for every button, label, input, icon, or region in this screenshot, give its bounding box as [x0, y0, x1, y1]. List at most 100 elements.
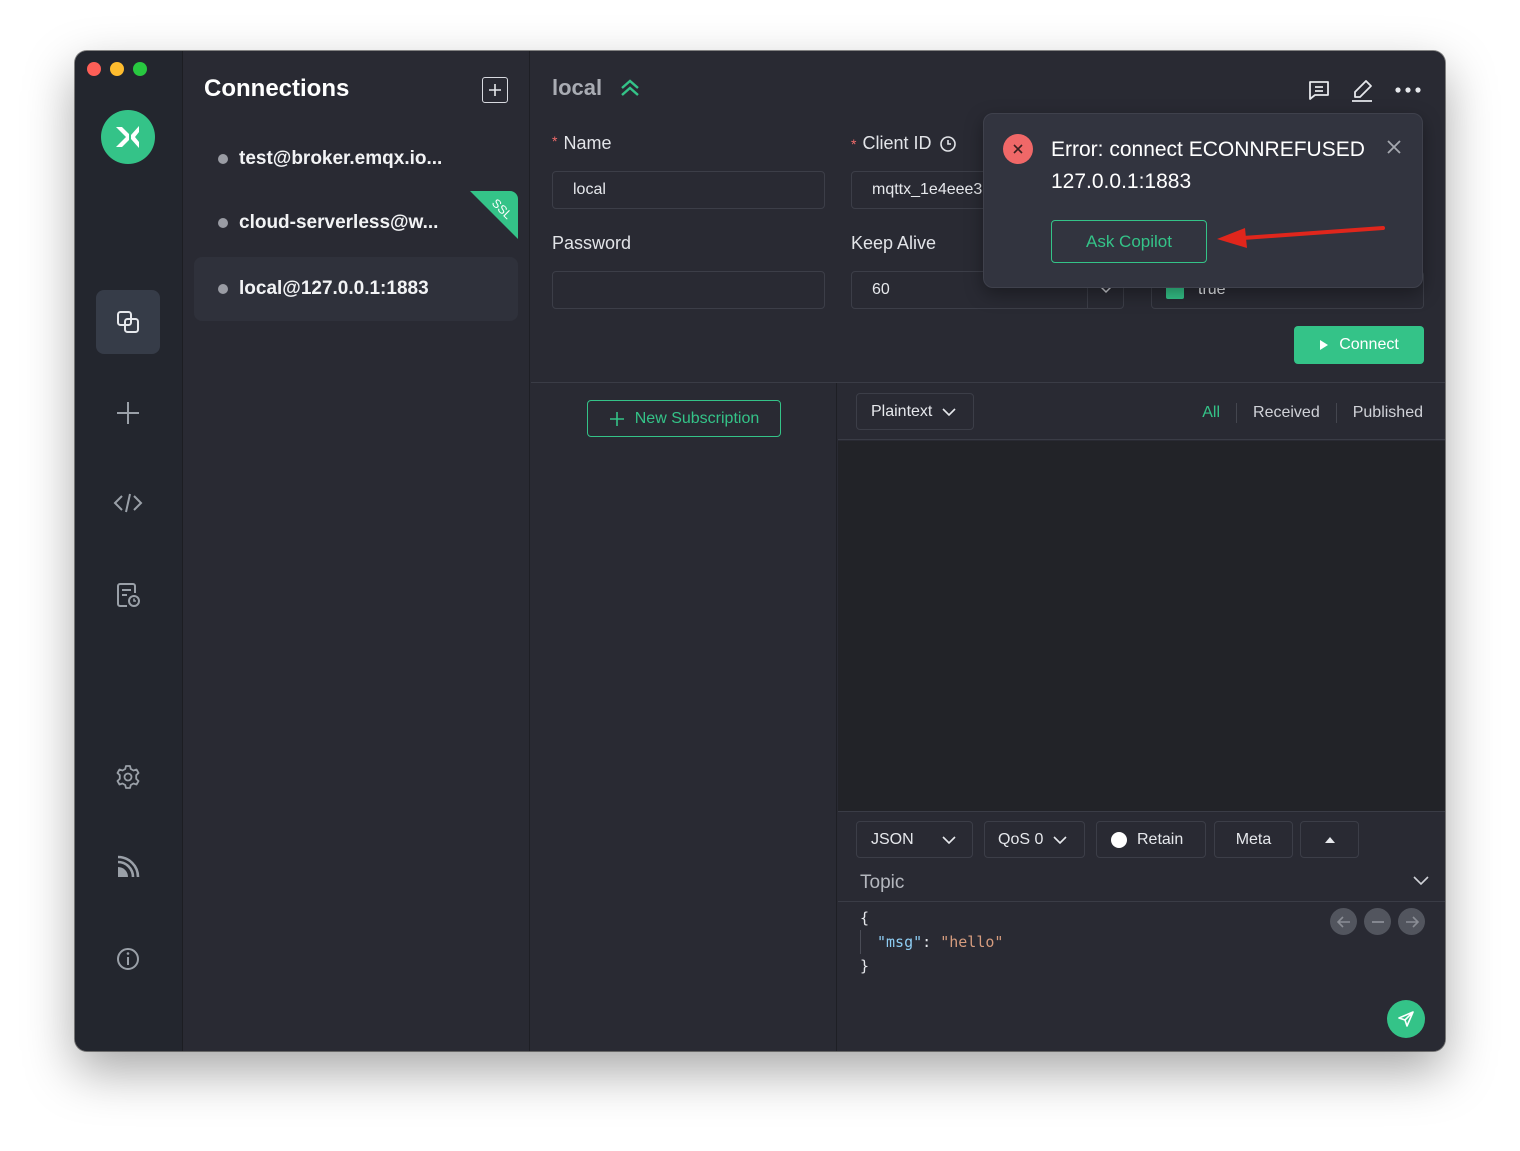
- nav-script[interactable]: [96, 471, 160, 535]
- log-icon: [117, 583, 140, 607]
- feed-icon: [117, 855, 140, 878]
- connections-panel: Connections test@broker.emqx.io... cloud…: [183, 51, 530, 1051]
- more-icon: [1395, 87, 1421, 93]
- connection-item[interactable]: cloud-serverless@w... SSL: [194, 191, 518, 255]
- status-dot: [218, 218, 228, 228]
- chevron-down-icon: [942, 835, 956, 844]
- name-label-text: Name: [563, 133, 612, 153]
- required-mark: *: [851, 135, 857, 152]
- status-dot: [218, 154, 228, 164]
- messages-pane: Plaintext All Received Published JSON Qo…: [838, 383, 1445, 1051]
- filter-tab-published[interactable]: Published: [1337, 404, 1423, 422]
- error-notification: Error: connect ECONNREFUSED 127.0.0.1:18…: [983, 113, 1423, 288]
- error-message: Error: connect ECONNREFUSED 127.0.0.1:18…: [1051, 138, 1365, 193]
- messages-toolbar: Plaintext All Received Published: [838, 383, 1445, 440]
- nav-subscribe-feed[interactable]: [96, 835, 160, 899]
- close-notification-button[interactable]: [1386, 139, 1402, 160]
- more-button[interactable]: [1395, 77, 1421, 103]
- arrow-left-icon: [1336, 915, 1350, 928]
- topic-placeholder: Topic: [860, 872, 905, 893]
- mqttx-logo-icon: [116, 126, 139, 148]
- history-prev-button[interactable]: [1330, 908, 1357, 935]
- plus-icon: [489, 84, 501, 96]
- clock-icon[interactable]: [939, 135, 957, 153]
- play-icon: [1320, 340, 1329, 350]
- receive-format-select[interactable]: Plaintext: [856, 393, 974, 430]
- name-value: local: [573, 181, 606, 198]
- ssl-label: SSL: [489, 196, 515, 222]
- format-value: Plaintext: [871, 402, 933, 420]
- retain-toggle[interactable]: Retain: [1096, 821, 1206, 858]
- message-filter-tabs: All Received Published: [1186, 403, 1423, 423]
- nav-log[interactable]: [96, 563, 160, 627]
- nav-settings[interactable]: [96, 745, 160, 809]
- connection-item-active[interactable]: local@127.0.0.1:1883: [194, 257, 518, 321]
- topic-input[interactable]: Topic: [838, 864, 1445, 902]
- maximize-window-button[interactable]: [133, 62, 147, 76]
- nav-rail: [75, 51, 183, 1051]
- edit-button[interactable]: [1349, 77, 1375, 103]
- ask-copilot-button[interactable]: Ask Copilot: [1051, 220, 1207, 263]
- meta-button[interactable]: Meta: [1214, 821, 1293, 858]
- connection-item[interactable]: test@broker.emqx.io...: [194, 127, 518, 191]
- edit-icon: [1352, 80, 1372, 102]
- minimize-window-button[interactable]: [110, 62, 124, 76]
- message-list: [838, 441, 1445, 811]
- send-icon: [1398, 1011, 1414, 1027]
- chevron-down-icon[interactable]: [1413, 876, 1429, 886]
- close-window-button[interactable]: [87, 62, 101, 76]
- required-mark: *: [552, 133, 558, 149]
- info-icon: [117, 948, 139, 970]
- plus-icon: [609, 411, 624, 426]
- close-icon: [1387, 140, 1401, 154]
- plus-icon: [117, 402, 139, 424]
- client-id-label-text: Client ID: [862, 133, 932, 153]
- name-label: * Name: [552, 133, 611, 154]
- minus-icon: [1371, 920, 1384, 923]
- add-connection-button[interactable]: [482, 77, 508, 103]
- comment-button[interactable]: [1306, 77, 1332, 103]
- connections-title: Connections: [204, 75, 350, 102]
- qos-select[interactable]: QoS 0: [984, 821, 1085, 858]
- retain-label: Retain: [1137, 830, 1184, 848]
- expand-publish-button[interactable]: [1300, 821, 1359, 858]
- json-value: "hello": [940, 933, 1004, 951]
- json-colon: :: [922, 933, 941, 951]
- filter-tab-all[interactable]: All: [1186, 404, 1236, 422]
- payload-format-select[interactable]: JSON: [856, 821, 973, 858]
- password-input[interactable]: [552, 271, 825, 309]
- connection-name: cloud-serverless@w...: [239, 212, 439, 233]
- password-label: Password: [552, 233, 632, 253]
- nav-new-connection[interactable]: [96, 381, 160, 445]
- new-subscription-button[interactable]: New Subscription: [587, 400, 781, 437]
- code-line: {: [860, 909, 870, 927]
- keep-alive-value: 60: [872, 281, 890, 298]
- history-next-button[interactable]: [1398, 908, 1425, 935]
- history-clear-button[interactable]: [1364, 908, 1391, 935]
- collapse-button[interactable]: [619, 78, 641, 103]
- name-input[interactable]: local: [552, 171, 825, 209]
- payload-editor[interactable]: { "msg": "hello" }: [860, 906, 1003, 978]
- annotation-arrow-icon: [1217, 226, 1385, 248]
- window-controls: [87, 62, 147, 76]
- send-button[interactable]: [1387, 1000, 1425, 1038]
- arrow-right-icon: [1405, 915, 1419, 928]
- connection-name: local@127.0.0.1:1883: [239, 278, 429, 299]
- filter-tab-received[interactable]: Received: [1237, 404, 1336, 422]
- nav-connections[interactable]: [96, 290, 160, 354]
- double-chevron-up-icon: [621, 79, 639, 96]
- qos-value: QoS 0: [998, 830, 1044, 848]
- json-key: "msg": [877, 933, 923, 951]
- nav-about[interactable]: [96, 927, 160, 991]
- connect-label: Connect: [1339, 336, 1399, 353]
- publish-panel: JSON QoS 0 Retain Meta Topic {"msg": "h…: [838, 811, 1445, 1051]
- connect-button[interactable]: Connect: [1294, 326, 1424, 364]
- chevron-down-icon: [1053, 835, 1067, 844]
- payload-format-value: JSON: [871, 830, 914, 848]
- client-id-label: * Client ID: [851, 133, 957, 154]
- chevron-down-icon: [942, 407, 956, 416]
- connections-icon: [117, 311, 139, 333]
- keep-alive-label: Keep Alive: [851, 233, 937, 253]
- retain-radio[interactable]: [1111, 831, 1127, 848]
- status-dot: [218, 284, 228, 294]
